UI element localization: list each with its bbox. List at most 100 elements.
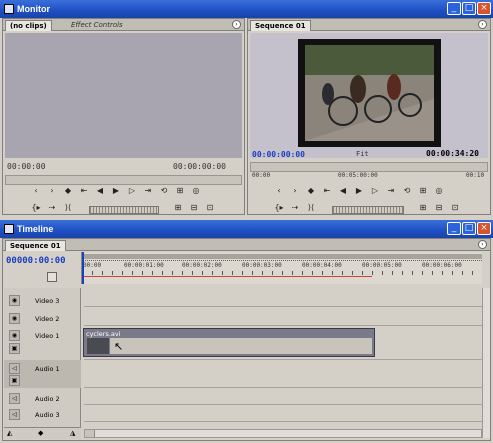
tab-program[interactable]: Sequence 01 xyxy=(250,20,311,31)
play-icon[interactable]: ▶ xyxy=(354,186,364,195)
play-in-to-out-icon[interactable]: {▸ xyxy=(31,203,41,212)
set-marker-icon[interactable]: ◆ xyxy=(306,186,316,195)
program-lift-controls: ⊞ ⊟ ⊡ xyxy=(418,203,460,212)
timeline-ruler[interactable]: 00:00 00:00:01:00 00:00:02:00 00:00:03:0… xyxy=(81,252,482,284)
track-name-video-1: Video 1 xyxy=(35,332,60,340)
speaker-icon[interactable]: ◁ xyxy=(9,409,20,420)
work-area-bar[interactable] xyxy=(82,254,482,259)
speaker-icon[interactable]: ◁ xyxy=(9,363,20,374)
program-fit[interactable]: Fit xyxy=(356,150,369,158)
menu-icon[interactable]: › xyxy=(478,20,487,29)
horizontal-scrollbar[interactable] xyxy=(84,429,482,438)
program-edit-controls: {▸ ⇢ ⟩⟨ xyxy=(274,203,316,212)
app-icon xyxy=(4,4,14,14)
minimize-button[interactable]: _ xyxy=(447,2,461,15)
track-audio-3[interactable] xyxy=(84,405,482,422)
zoom-out-icon[interactable]: ◭ xyxy=(7,429,12,437)
overlay-icon[interactable]: ⊟ xyxy=(189,203,199,212)
track-video-2[interactable] xyxy=(84,307,482,326)
ruler-label: 00:00:03:00 xyxy=(242,262,282,269)
display-style-icon[interactable]: ▣ xyxy=(9,375,20,386)
mark-in-icon[interactable]: ‹ xyxy=(274,186,284,195)
program-timecode-duration: 00:00:34:20 xyxy=(426,149,479,158)
clip-thumbnail xyxy=(87,338,109,354)
source-time-ruler[interactable] xyxy=(5,175,242,185)
play-icon[interactable]: ▶ xyxy=(111,186,121,195)
step-forward-icon[interactable]: ▷ xyxy=(370,186,380,195)
jog-icon[interactable]: ⟩⟨ xyxy=(306,203,316,212)
zoom-thumb-icon[interactable]: ◆ xyxy=(38,429,43,437)
step-back-icon[interactable]: ◀ xyxy=(338,186,348,195)
shuttle-icon[interactable]: ⇢ xyxy=(47,203,57,212)
speaker-icon[interactable]: ◁ xyxy=(9,393,20,404)
loop-icon[interactable]: ⟲ xyxy=(159,186,169,195)
mark-out-icon[interactable]: › xyxy=(290,186,300,195)
menu-icon[interactable]: › xyxy=(478,240,487,249)
vertical-scrollbar[interactable] xyxy=(482,288,490,438)
set-marker-icon[interactable]: ◆ xyxy=(63,186,73,195)
track-name-audio-2: Audio 2 xyxy=(35,395,60,403)
go-to-out-icon[interactable]: ⇥ xyxy=(143,186,153,195)
track-audio-2[interactable] xyxy=(84,388,482,405)
eye-icon[interactable]: ◉ xyxy=(9,295,20,306)
go-to-out-icon[interactable]: ⇥ xyxy=(386,186,396,195)
tab-effect-controls[interactable]: Effect Controls xyxy=(67,20,127,31)
close-button[interactable]: × xyxy=(477,2,491,15)
source-screen xyxy=(5,33,242,158)
step-back-icon[interactable]: ◀ xyxy=(95,186,105,195)
program-ruler-left: 00:00 xyxy=(252,172,271,179)
monitor-titlebar: Monitor _ □ × xyxy=(0,0,493,18)
ruler-label: 00:00:02:00 xyxy=(182,262,222,269)
timeline-title: Timeline xyxy=(17,224,54,234)
maximize-button[interactable]: □ xyxy=(462,2,476,15)
eye-icon[interactable]: ◉ xyxy=(9,330,20,341)
cursor-icon: ↖ xyxy=(114,340,124,353)
snap-icon[interactable] xyxy=(47,272,57,282)
program-time-ruler[interactable] xyxy=(250,162,488,172)
clip-name: cyclers.avi xyxy=(86,330,121,338)
source-monitor-panel: (no clips) Effect Controls › 00:00:00 00… xyxy=(2,18,245,215)
ruler-label: 00:00:05:00 xyxy=(362,262,402,269)
go-to-in-icon[interactable]: ⇤ xyxy=(322,186,332,195)
ruler-label: 00:00:06:00 xyxy=(422,262,462,269)
mark-in-icon[interactable]: ‹ xyxy=(31,186,41,195)
display-style-icon[interactable]: ▣ xyxy=(9,343,20,354)
track-name-audio-1: Audio 1 xyxy=(35,365,60,373)
shuttle-icon[interactable]: ⇢ xyxy=(290,203,300,212)
playhead[interactable] xyxy=(82,252,84,284)
mark-out-icon[interactable]: › xyxy=(47,186,57,195)
loop-icon[interactable]: ⟲ xyxy=(402,186,412,195)
tab-source[interactable]: (no clips) xyxy=(5,20,52,31)
close-button[interactable]: × xyxy=(477,222,491,235)
program-timecode-current: 00:00:00:00 xyxy=(252,150,305,159)
lift-icon[interactable]: ⊞ xyxy=(418,203,428,212)
track-video-3[interactable] xyxy=(84,288,482,307)
zoom-in-icon[interactable]: ◮ xyxy=(70,429,75,437)
export-frame-icon[interactable]: ⊡ xyxy=(205,203,215,212)
ruler-label: 00:00 xyxy=(83,262,102,269)
program-ruler-mid: 00:05:00:00 xyxy=(338,172,378,179)
insert-icon[interactable]: ⊞ xyxy=(173,203,183,212)
timeline-timecode: 00000:00:00 xyxy=(6,256,66,266)
minimize-button[interactable]: _ xyxy=(447,222,461,235)
safe-margins-icon[interactable]: ⊞ xyxy=(418,186,428,195)
track-audio-1[interactable] xyxy=(84,360,482,388)
zoom-slider[interactable]: ◭ ◆ ◮ xyxy=(4,427,81,439)
source-jog-wheel[interactable] xyxy=(89,206,159,214)
safe-margins-icon[interactable]: ⊞ xyxy=(175,186,185,195)
play-in-to-out-icon[interactable]: {▸ xyxy=(274,203,284,212)
eye-icon[interactable]: ◉ xyxy=(9,313,20,324)
go-to-in-icon[interactable]: ⇤ xyxy=(79,186,89,195)
export-frame-icon[interactable]: ⊡ xyxy=(450,203,460,212)
program-jog-wheel[interactable] xyxy=(332,206,404,214)
video-clip[interactable]: cyclers.avi ↖ xyxy=(83,328,375,357)
output-icon[interactable]: ◎ xyxy=(191,186,201,195)
jog-icon[interactable]: ⟩⟨ xyxy=(63,203,73,212)
extract-icon[interactable]: ⊟ xyxy=(434,203,444,212)
maximize-button[interactable]: □ xyxy=(462,222,476,235)
ruler-label: 00:00:04:00 xyxy=(302,262,342,269)
tab-sequence[interactable]: Sequence 01 xyxy=(5,240,66,251)
output-icon[interactable]: ◎ xyxy=(434,186,444,195)
menu-icon[interactable]: › xyxy=(232,20,241,29)
step-forward-icon[interactable]: ▷ xyxy=(127,186,137,195)
